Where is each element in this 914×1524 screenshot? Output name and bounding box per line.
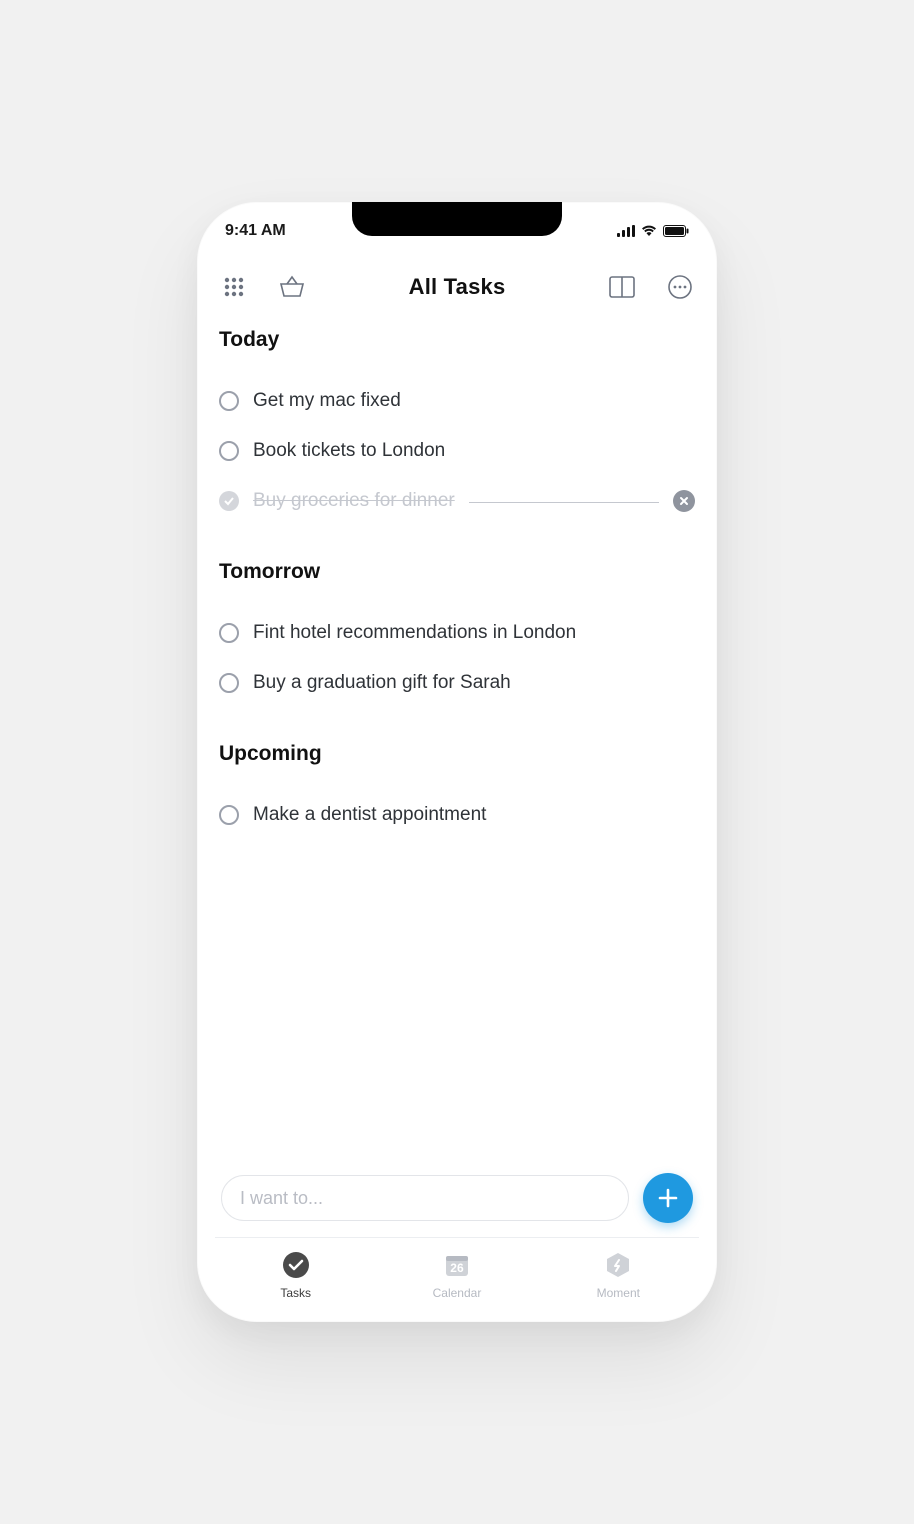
- tab-moment[interactable]: Moment: [558, 1250, 678, 1300]
- section-title: Upcoming: [219, 742, 695, 766]
- task-item[interactable]: Fint hotel recommendations in London: [219, 608, 695, 658]
- task-item[interactable]: Buy a graduation gift for Sarah: [219, 658, 695, 708]
- book-icon[interactable]: [607, 272, 637, 302]
- task-label: Book tickets to London: [253, 440, 445, 462]
- tab-calendar[interactable]: 26 Calendar: [397, 1250, 517, 1300]
- more-icon[interactable]: [665, 272, 695, 302]
- strike-line: [469, 502, 659, 503]
- section-title: Today: [219, 328, 695, 352]
- section-title: Tomorrow: [219, 560, 695, 584]
- moment-icon: [603, 1250, 633, 1280]
- checkbox-icon[interactable]: [219, 673, 239, 693]
- task-label: Buy groceries for dinner: [253, 490, 455, 512]
- status-time: 9:41 AM: [225, 222, 286, 240]
- task-label: Fint hotel recommendations in London: [253, 622, 576, 644]
- checkbox-icon[interactable]: [219, 805, 239, 825]
- calendar-icon: 26: [442, 1250, 472, 1280]
- task-item[interactable]: Make a dentist appointment: [219, 790, 695, 840]
- section-tomorrow: Tomorrow Fint hotel recommendations in L…: [219, 560, 695, 708]
- section-upcoming: Upcoming Make a dentist appointment: [219, 742, 695, 840]
- tab-label: Moment: [597, 1286, 640, 1300]
- section-today: Today Get my mac fixed Book tickets to L…: [219, 328, 695, 526]
- calendar-day: 26: [442, 1255, 472, 1280]
- page-title: All Tasks: [409, 274, 506, 300]
- battery-icon: [663, 225, 689, 237]
- task-item[interactable]: Book tickets to London: [219, 426, 695, 476]
- checkbox-checked-icon[interactable]: [219, 491, 239, 511]
- tab-tasks[interactable]: Tasks: [236, 1250, 356, 1300]
- task-item-completed[interactable]: Buy groceries for dinner: [219, 476, 695, 526]
- checkbox-icon[interactable]: [219, 623, 239, 643]
- task-list: Today Get my mac fixed Book tickets to L…: [215, 302, 699, 1165]
- top-nav: All Tasks: [215, 272, 699, 302]
- task-label: Make a dentist appointment: [253, 804, 486, 826]
- check-circle-icon: [281, 1250, 311, 1280]
- notch: [352, 202, 562, 236]
- add-task-button[interactable]: [643, 1173, 693, 1223]
- wifi-icon: [641, 225, 657, 237]
- quick-add-input[interactable]: [221, 1175, 629, 1221]
- delete-task-icon[interactable]: [673, 490, 695, 512]
- checkbox-icon[interactable]: [219, 391, 239, 411]
- tab-label: Calendar: [433, 1286, 482, 1300]
- tab-label: Tasks: [280, 1286, 311, 1300]
- grid-menu-icon[interactable]: [219, 272, 249, 302]
- task-label: Get my mac fixed: [253, 390, 401, 412]
- task-label: Buy a graduation gift for Sarah: [253, 672, 511, 694]
- status-indicators: [617, 225, 689, 237]
- checkbox-icon[interactable]: [219, 441, 239, 461]
- signal-icon: [617, 225, 635, 237]
- basket-icon[interactable]: [277, 272, 307, 302]
- phone-frame: 9:41 AM: [197, 202, 717, 1322]
- task-item[interactable]: Get my mac fixed: [219, 376, 695, 426]
- tab-bar: Tasks 26 Calendar: [215, 1238, 699, 1300]
- quick-add-bar: [215, 1165, 699, 1238]
